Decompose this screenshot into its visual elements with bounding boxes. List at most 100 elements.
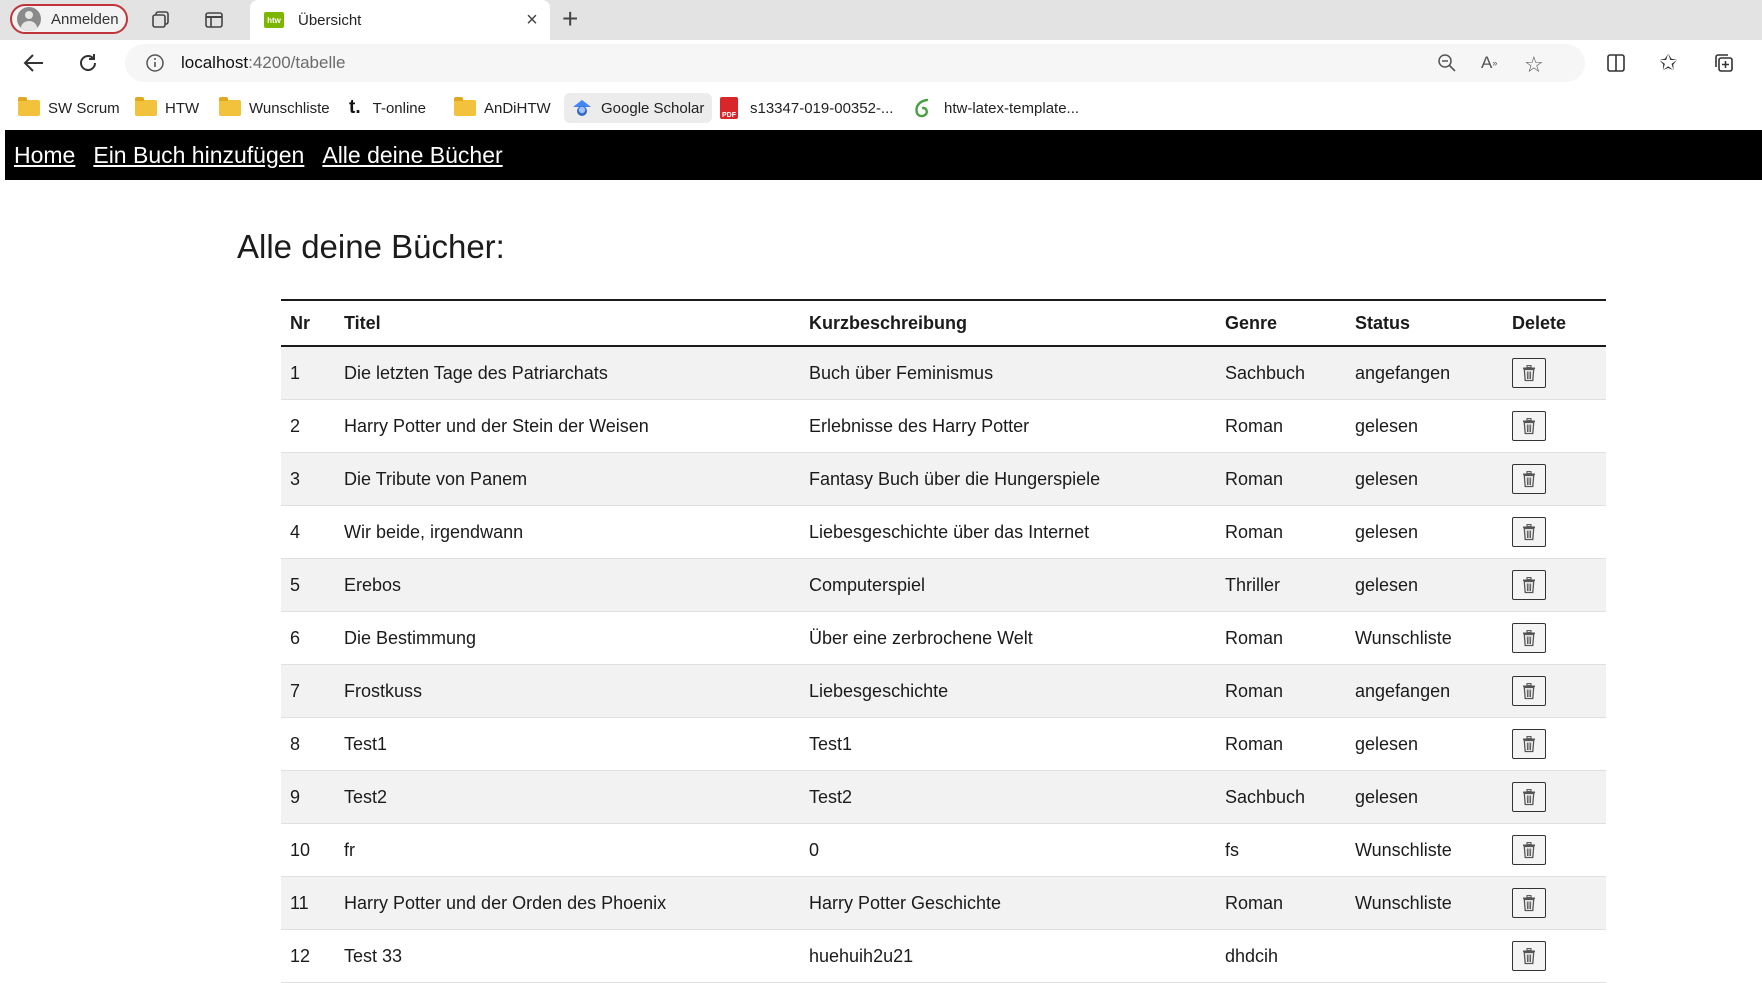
cell-delete xyxy=(1503,930,1606,983)
tab-title: Übersicht xyxy=(298,12,514,29)
cell-titel: Die Bestimmung xyxy=(335,612,800,665)
table-row: 1Die letzten Tage des PatriarchatsBuch ü… xyxy=(281,346,1606,400)
scholar-icon xyxy=(572,99,592,117)
read-aloud-icon[interactable]: A» xyxy=(1481,53,1497,73)
back-icon[interactable] xyxy=(22,52,46,74)
table-row: 7FrostkussLiebesgeschichteRomanangefange… xyxy=(281,665,1606,718)
cell-titel: Test 33 xyxy=(335,930,800,983)
cell-genre: fs xyxy=(1216,824,1346,877)
bookmark-htw[interactable]: HTW xyxy=(135,93,199,123)
header-kurzbeschreibung: Kurzbeschreibung xyxy=(800,300,1216,346)
cell-nr: 3 xyxy=(281,453,335,506)
bookmark-label: AnDiHTW xyxy=(484,100,551,117)
cell-genre: Roman xyxy=(1216,400,1346,453)
cell-nr: 10 xyxy=(281,824,335,877)
cell-delete xyxy=(1503,824,1606,877)
workspaces-icon[interactable] xyxy=(150,9,172,31)
cell-titel: Die Tribute von Panem xyxy=(335,453,800,506)
folder-icon xyxy=(219,100,241,116)
delete-button[interactable] xyxy=(1512,570,1546,600)
cell-genre: Roman xyxy=(1216,506,1346,559)
site-info-icon[interactable] xyxy=(145,53,165,73)
delete-button[interactable] xyxy=(1512,517,1546,547)
cell-genre: Roman xyxy=(1216,718,1346,771)
bookmark-google-scholar[interactable]: Google Scholar xyxy=(564,93,712,123)
trash-icon xyxy=(1521,895,1537,912)
cell-nr: 6 xyxy=(281,612,335,665)
cell-titel: Erebos xyxy=(335,559,800,612)
bookmark-wunschliste[interactable]: Wunschliste xyxy=(219,93,330,123)
cell-delete xyxy=(1503,612,1606,665)
delete-button[interactable] xyxy=(1512,411,1546,441)
delete-button[interactable] xyxy=(1512,623,1546,653)
app-nav-bar: Home Ein Buch hinzufügen Alle deine Büch… xyxy=(5,130,1762,180)
tab-active[interactable]: htw Übersicht × xyxy=(250,0,550,40)
cell-status: gelesen xyxy=(1346,718,1503,771)
cell-titel: Harry Potter und der Stein der Weisen xyxy=(335,400,800,453)
tab-actions-icon[interactable] xyxy=(203,9,225,31)
table-row: 12Test 33huehuih2u21dhdcih xyxy=(281,930,1606,983)
favorite-star-icon[interactable]: ☆ xyxy=(1524,52,1544,78)
bookmark-sw-scrum[interactable]: SW Scrum xyxy=(18,93,120,123)
new-tab-icon[interactable]: + xyxy=(562,5,578,33)
folder-icon xyxy=(454,100,476,116)
table-row: 6Die BestimmungÜber eine zerbrochene Wel… xyxy=(281,612,1606,665)
address-bar[interactable]: localhost:4200/tabelle A» ☆ xyxy=(125,44,1585,82)
cell-nr: 2 xyxy=(281,400,335,453)
collections-icon[interactable] xyxy=(1713,52,1735,74)
cell-genre: Thriller xyxy=(1216,559,1346,612)
folder-icon xyxy=(18,100,40,116)
cell-kurzbeschreibung: huehuih2u21 xyxy=(800,930,1216,983)
cell-genre: Roman xyxy=(1216,877,1346,930)
cell-kurzbeschreibung: Erlebnisse des Harry Potter xyxy=(800,400,1216,453)
cell-delete xyxy=(1503,453,1606,506)
delete-button[interactable] xyxy=(1512,888,1546,918)
nav-link-home[interactable]: Home xyxy=(14,142,75,169)
cell-kurzbeschreibung: Fantasy Buch über die Hungerspiele xyxy=(800,453,1216,506)
trash-icon xyxy=(1521,471,1537,488)
cell-nr: 11 xyxy=(281,877,335,930)
cell-genre: Roman xyxy=(1216,612,1346,665)
table-row: 5ErebosComputerspielThrillergelesen xyxy=(281,559,1606,612)
close-tab-icon[interactable]: × xyxy=(514,9,550,32)
cell-titel: fr xyxy=(335,824,800,877)
reload-icon[interactable] xyxy=(77,52,99,74)
profile-button[interactable]: Anmelden xyxy=(10,4,128,34)
delete-button[interactable] xyxy=(1512,835,1546,865)
cell-genre: dhdcih xyxy=(1216,930,1346,983)
trash-icon xyxy=(1521,418,1537,435)
t-online-icon: t. xyxy=(349,97,361,119)
bookmark-t-online[interactable]: t. T-online xyxy=(349,93,426,123)
delete-button[interactable] xyxy=(1512,782,1546,812)
trash-icon xyxy=(1521,789,1537,806)
cell-kurzbeschreibung: Test2 xyxy=(800,771,1216,824)
zoom-out-icon[interactable] xyxy=(1437,53,1457,73)
cell-genre: Sachbuch xyxy=(1216,771,1346,824)
delete-button[interactable] xyxy=(1512,676,1546,706)
cell-nr: 7 xyxy=(281,665,335,718)
trash-icon xyxy=(1521,736,1537,753)
cell-delete xyxy=(1503,346,1606,400)
browser-tab-bar: Anmelden htw Übersicht × + xyxy=(0,0,1762,40)
cell-kurzbeschreibung: Liebesgeschichte über das Internet xyxy=(800,506,1216,559)
delete-button[interactable] xyxy=(1512,464,1546,494)
delete-button[interactable] xyxy=(1512,729,1546,759)
table-header-row: Nr Titel Kurzbeschreibung Genre Status D… xyxy=(281,300,1606,346)
bookmark-htw-latex[interactable]: htw-latex-template... xyxy=(913,93,1079,123)
nav-link-all-books[interactable]: Alle deine Bücher xyxy=(322,142,502,169)
bookmark-pdf[interactable]: PDF s13347-019-00352-... xyxy=(720,93,893,123)
cell-status: gelesen xyxy=(1346,506,1503,559)
delete-button[interactable] xyxy=(1512,358,1546,388)
cell-nr: 8 xyxy=(281,718,335,771)
delete-button[interactable] xyxy=(1512,941,1546,971)
cell-status: Wunschliste xyxy=(1346,612,1503,665)
favorites-icon[interactable]: ✩ xyxy=(1659,50,1677,76)
bookmark-andihtw[interactable]: AnDiHTW xyxy=(454,93,551,123)
split-screen-icon[interactable] xyxy=(1605,52,1627,74)
books-table: Nr Titel Kurzbeschreibung Genre Status D… xyxy=(281,299,1606,983)
cell-kurzbeschreibung: 0 xyxy=(800,824,1216,877)
trash-icon xyxy=(1521,948,1537,965)
nav-link-add-book[interactable]: Ein Buch hinzufügen xyxy=(93,142,304,169)
table-row: 9Test2Test2Sachbuchgelesen xyxy=(281,771,1606,824)
cell-status: gelesen xyxy=(1346,771,1503,824)
